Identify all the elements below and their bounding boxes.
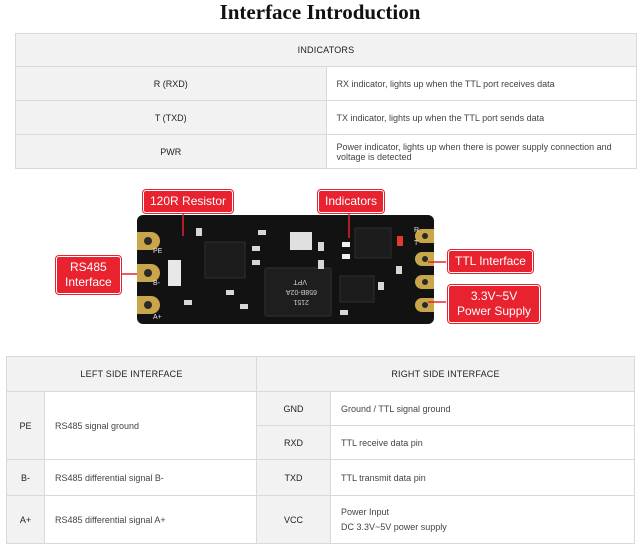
led-pwr <box>397 236 403 246</box>
callout-120r-resistor: 120R Resistor <box>143 190 234 213</box>
right-key: GND <box>256 391 331 426</box>
led-txd <box>342 254 350 259</box>
silk-aplus: A+ <box>153 314 162 321</box>
right-key: VCC <box>256 495 331 544</box>
left-side-header: LEFT SIDE INTERFACE <box>6 356 257 392</box>
left-desc: RS485 differential signal B- <box>44 459 257 496</box>
callout-rs485-interface: RS485 Interface <box>56 256 121 294</box>
table-row: B- RS485 differential signal B- TXD TTL … <box>6 459 636 496</box>
chip-line1: VPT <box>293 278 307 285</box>
silk-bminus: B- <box>153 280 161 287</box>
silk-t: T <box>414 240 419 247</box>
indicator-desc: RX indicator, lights up when the TTL por… <box>325 66 637 101</box>
page-title: Interface Introduction <box>219 0 421 24</box>
indicator-key: PWR <box>15 134 327 169</box>
callout-rs485-line1: RS485 <box>70 260 107 274</box>
table-header-row: INDICATORS <box>15 33 637 67</box>
callout-power-line2: Power Supply <box>457 304 532 318</box>
table-header-row: LEFT SIDE INTERFACE RIGHT SIDE INTERFACE <box>6 356 636 392</box>
callout-rs485-line2: Interface <box>65 275 112 289</box>
callout-power-line1: 3.3V~5V <box>470 289 518 303</box>
left-key: B- <box>6 459 45 496</box>
right-desc: Ground / TTL signal ground <box>329 391 636 426</box>
table-row: A+ RS485 differential signal A+ VCC Powe… <box>6 495 636 544</box>
callout-indicators: Indicators <box>318 190 385 213</box>
vcc-desc-line1: Power Input <box>341 506 390 517</box>
right-key: TXD <box>256 459 331 496</box>
callout-power-supply: 3.3V~5V Power Supply <box>448 285 541 323</box>
led-rxd <box>342 242 350 247</box>
indicator-key: R (RXD) <box>15 66 327 101</box>
indicator-key: T (TXD) <box>15 100 327 135</box>
chip-line3: 2151 <box>293 298 309 305</box>
board-illustration: PE B- A+ R T VPT 658B-02A 2151 120R Resi… <box>0 180 640 340</box>
table-row: PE RS485 signal ground GND Ground / TTL … <box>6 391 636 460</box>
indicator-desc: TX indicator, lights up when the TTL por… <box>325 100 637 135</box>
callout-ttl-interface: TTL Interface <box>448 250 533 273</box>
silk-pe: PE <box>153 248 163 255</box>
left-key: PE <box>6 391 45 460</box>
left-pads <box>137 232 160 314</box>
left-desc: RS485 signal ground <box>44 391 257 460</box>
right-key: RXD <box>256 425 331 460</box>
capacitor <box>168 260 181 286</box>
left-desc: RS485 differential signal A+ <box>44 495 257 544</box>
right-side-header: RIGHT SIDE INTERFACE <box>255 356 636 392</box>
right-desc: TTL transmit data pin <box>329 459 636 496</box>
interface-table: LEFT SIDE INTERFACE RIGHT SIDE INTERFACE… <box>6 356 636 544</box>
right-desc: TTL receive data pin <box>329 425 636 460</box>
right-desc-vcc: Power Input DC 3.3V~5V power supply <box>329 495 636 544</box>
indicators-header: INDICATORS <box>15 33 637 67</box>
chip-line2: 658B-02A <box>286 288 317 295</box>
vcc-desc-line2: DC 3.3V~5V power supply <box>341 521 447 532</box>
silk-r: R <box>414 227 419 234</box>
table-row: T (TXD) TX indicator, lights up when the… <box>15 100 637 135</box>
table-row: PWR Power indicator, lights up when ther… <box>15 134 637 169</box>
indicators-table: INDICATORS R (RXD) RX indicator, lights … <box>15 33 637 169</box>
left-key: A+ <box>6 495 45 544</box>
table-row: R (RXD) RX indicator, lights up when the… <box>15 66 637 101</box>
indicator-desc: Power indicator, lights up when there is… <box>325 134 637 169</box>
